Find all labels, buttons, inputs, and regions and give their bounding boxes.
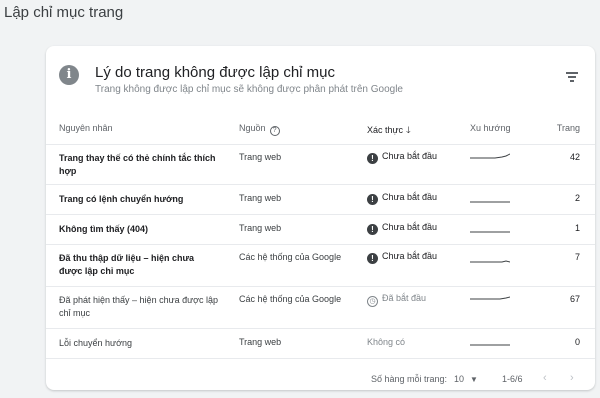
table-row[interactable]: Trang có lệnh chuyển hướng Trang web ! Ch… (46, 184, 595, 214)
prev-page-button[interactable]: ‹ (543, 372, 547, 384)
table-row[interactable]: Đã thu thập dữ liệu – hiện chưa được lập… (46, 244, 595, 286)
rows-per-page-select[interactable]: 10 ▼ (454, 374, 478, 384)
alert-icon: ! (367, 224, 378, 235)
header-validation-label: Xác thực (367, 125, 404, 135)
trend-sparkline (470, 231, 510, 233)
row-pages: 7 (574, 252, 580, 262)
rows-per-page-label: Số hàng mỗi trang: (371, 374, 448, 384)
header-validation[interactable]: Xác thực 🡓 (367, 123, 411, 139)
table-row[interactable]: Trang thay thế có thẻ chính tắc thích hợ… (46, 144, 595, 184)
alert-icon: ! (367, 194, 378, 205)
row-pages: 1 (574, 223, 580, 233)
row-status: Chưa bắt đầu (382, 222, 438, 232)
header-reason[interactable]: Nguyên nhân (59, 123, 113, 133)
trend-sparkline (470, 344, 510, 346)
row-pages: 67 (569, 294, 580, 304)
page-title: Lập chỉ mục trang (4, 4, 124, 21)
help-icon[interactable]: ? (269, 126, 280, 136)
pagination-range: 1-6/6 (502, 374, 523, 384)
row-source: Trang web (239, 152, 282, 162)
filter-icon[interactable] (566, 72, 578, 82)
table-row[interactable]: Không tìm thấy (404) Trang web ! Chưa bắt… (46, 214, 595, 244)
row-pages: 0 (574, 337, 580, 347)
row-reason: Trang thay thế có thẻ chính tắc thích hợ… (59, 153, 216, 176)
row-status: Chưa bắt đầu (382, 192, 438, 202)
row-source: Trang web (239, 193, 282, 203)
rows-per-page-value: 10 (454, 374, 465, 384)
clock-icon: ◷ (367, 296, 378, 307)
row-source: Trang web (239, 223, 282, 233)
header-source-label: Nguồn (239, 123, 266, 133)
row-reason: Lỗi chuyển hướng (59, 338, 132, 348)
alert-icon: ! (367, 253, 378, 264)
row-status: Đã bắt đầu (382, 293, 427, 303)
card-title: Lý do trang không được lập chỉ mục (95, 64, 336, 81)
not-indexed-card: i Lý do trang không được lập chỉ mục Tra… (46, 46, 595, 390)
row-reason: Không tìm thấy (404) (59, 224, 149, 234)
row-status: Chưa bắt đầu (382, 251, 438, 261)
row-source: Trang web (239, 337, 282, 347)
table-row[interactable]: Đã phát hiện thấy – hiện chưa được lập c… (46, 286, 595, 328)
caret-down-icon: ▼ (470, 375, 478, 384)
header-trend[interactable]: Xu hướng (470, 123, 510, 133)
next-page-button[interactable]: › (570, 372, 574, 384)
arrow-down-icon: 🡓 (406, 125, 411, 135)
info-icon: i (59, 65, 79, 85)
header-source[interactable]: Nguồn? (239, 123, 280, 136)
divider (46, 358, 595, 359)
trend-sparkline (470, 260, 510, 263)
row-reason: Đã phát hiện thấy – hiện chưa được lập c… (59, 295, 219, 318)
row-source: Các hệ thống của Google (239, 294, 342, 304)
row-source: Các hệ thống của Google (239, 252, 342, 262)
row-status: Không có (367, 337, 406, 347)
row-status: Chưa bắt đầu (382, 151, 438, 161)
table-row[interactable]: Lỗi chuyển hướng Trang web Không có 0 (46, 328, 595, 358)
row-reason: Đã thu thập dữ liệu – hiện chưa được lập… (59, 253, 195, 276)
header-pages[interactable]: Trang (557, 123, 580, 133)
trend-sparkline (470, 201, 510, 203)
alert-icon: ! (367, 153, 378, 164)
row-pages: 42 (569, 152, 580, 162)
card-subtitle: Trang không được lập chỉ mục sẽ không đư… (95, 84, 403, 95)
row-pages: 2 (574, 193, 580, 203)
row-reason: Trang có lệnh chuyển hướng (59, 194, 184, 204)
trend-sparkline (470, 153, 510, 159)
trend-sparkline (470, 296, 510, 300)
